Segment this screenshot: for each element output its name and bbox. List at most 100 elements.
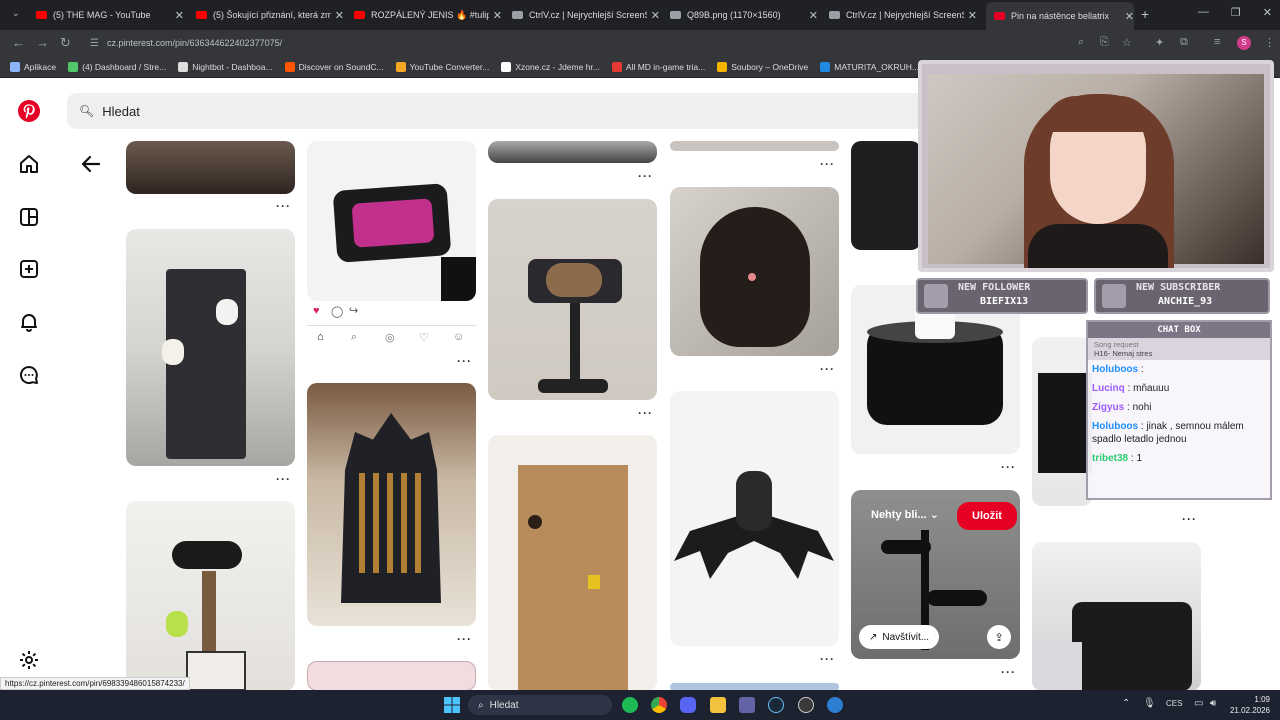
pin-more-icon[interactable]: ··· — [457, 632, 472, 646]
close-tab-icon[interactable]: ✕ — [651, 9, 660, 22]
back-nav-icon[interactable]: ← — [12, 35, 25, 50]
pin-more-icon[interactable]: ··· — [1001, 460, 1016, 474]
pin-more-icon[interactable]: ··· — [457, 354, 472, 368]
pin-black-cube[interactable] — [1032, 337, 1092, 506]
pin-more-icon[interactable]: ··· — [1001, 665, 1016, 679]
pinterest-logo-icon[interactable] — [17, 99, 41, 123]
pin-black-persian-cat[interactable] — [670, 187, 839, 356]
browser-tab[interactable]: Pin na nástěnce bellatrix ✕ — [986, 2, 1134, 30]
new-tab-button[interactable]: + — [1141, 6, 1149, 22]
pin-more-icon[interactable]: ··· — [638, 169, 653, 183]
back-arrow-icon[interactable] — [80, 153, 102, 175]
clock[interactable]: 1:09 21.02.2026 — [1230, 694, 1270, 716]
explore-icon[interactable] — [17, 205, 41, 229]
pin-more-icon[interactable]: ··· — [820, 362, 835, 376]
steam-icon[interactable] — [768, 697, 784, 713]
pin-maine-coon-tree[interactable] — [488, 199, 657, 400]
windows-start-icon[interactable] — [444, 697, 460, 713]
close-tab-icon[interactable]: ✕ — [175, 9, 184, 22]
notifications-bell-icon[interactable] — [17, 310, 41, 334]
pin-more-icon[interactable]: ··· — [276, 472, 291, 486]
teams-icon[interactable] — [739, 697, 755, 713]
search-bar[interactable]: 🔍︎ Hledat — [67, 93, 927, 129]
create-icon[interactable] — [17, 257, 41, 281]
pin-cat-tree-bats[interactable] — [126, 501, 295, 690]
spotify-icon[interactable] — [622, 697, 638, 713]
save-button[interactable]: Uložit — [957, 502, 1017, 530]
browser-tab[interactable]: Q89B.png (1170×1560) ✕ — [670, 4, 818, 26]
pin-dark-partial[interactable] — [851, 141, 921, 250]
minimize-icon[interactable]: — — [1198, 6, 1209, 19]
browser-tab[interactable]: (5) THE MAG - YouTube ✕ — [36, 4, 184, 26]
bookmark-item[interactable]: Aplikace — [10, 61, 56, 72]
restore-icon[interactable]: ❐ — [1231, 6, 1241, 19]
forward-nav-icon[interactable]: → — [36, 35, 49, 50]
close-tab-icon[interactable]: ✕ — [809, 9, 818, 22]
pin-more-icon[interactable]: ··· — [638, 406, 653, 420]
taskbar-search[interactable]: ⌕ Hledat — [468, 695, 612, 715]
file-explorer-icon[interactable] — [710, 697, 726, 713]
close-window-icon[interactable]: ✕ — [1263, 6, 1272, 19]
ctrlv-icon[interactable] — [827, 697, 843, 713]
pin-bat-wings-harness[interactable] — [670, 391, 839, 646]
bookmark-item[interactable]: Nightbot - Dashboa... — [178, 61, 273, 72]
close-tab-icon[interactable]: ✕ — [493, 9, 502, 22]
menu-kebab-icon[interactable]: ⋮ — [1264, 36, 1275, 49]
profile-avatar[interactable]: S — [1237, 36, 1251, 50]
pin-gothic-house[interactable] — [307, 383, 476, 626]
browser-tab[interactable]: ROZPÁLENÝ JENIS 🔥 #tulipan ✕ — [354, 4, 502, 26]
close-tab-icon[interactable]: ✕ — [1125, 10, 1134, 23]
network-icon[interactable]: ▭ — [1194, 698, 1203, 709]
discord-icon[interactable] — [680, 697, 696, 713]
volume-icon[interactable]: 🔊︎ — [1210, 698, 1216, 709]
browser-tab[interactable]: (5) Šokující přiznání, která změn ✕ — [196, 4, 344, 26]
pin-bottom-partial[interactable] — [670, 683, 839, 690]
share-upload-icon[interactable]: ⇪ — [987, 625, 1011, 649]
pin-more-icon[interactable]: ··· — [1182, 512, 1197, 526]
chrome-icon[interactable] — [651, 697, 667, 713]
messages-icon[interactable] — [17, 363, 41, 387]
site-info-icon[interactable]: ☰ — [90, 38, 99, 49]
browser-tab[interactable]: CtrlV.cz | Nejrychlejší ScreenSh ✕ — [512, 4, 660, 26]
pin-cat-tree-cats[interactable] — [126, 229, 295, 466]
address-bar[interactable]: ☰ cz.pinterest.com/pin/63634462240237707… — [84, 33, 1084, 53]
bookmark-item[interactable]: YouTube Converter... — [395, 61, 489, 72]
bookmark-item[interactable]: MATURITA_OKRUH... — [820, 61, 919, 72]
extension-icon[interactable]: ✦ — [1155, 36, 1164, 49]
bookmark-item[interactable]: Soubory – OneDrive — [717, 61, 808, 72]
puzzle-icon[interactable]: ⧉ — [1180, 36, 1188, 49]
bookmark-item[interactable]: Xzone.cz - Jdeme hr... — [501, 61, 600, 72]
media-icon[interactable]: ≡ — [1214, 36, 1220, 48]
pin-spiderweb[interactable] — [307, 661, 476, 690]
pin-dark-stand[interactable] — [488, 141, 657, 163]
pin-top-partial[interactable] — [670, 141, 839, 151]
bookmark-star-icon[interactable]: ☆ — [1122, 36, 1132, 49]
install-icon[interactable]: ⎘ — [1100, 36, 1109, 49]
pin-more-icon[interactable]: ··· — [820, 652, 835, 666]
tab-search-icon[interactable]: ⌄ — [12, 8, 20, 19]
pin-cat-tree-dark[interactable] — [126, 141, 295, 194]
microphone-icon[interactable]: 🎙︎ — [1143, 698, 1156, 709]
language-indicator[interactable]: CES — [1166, 699, 1182, 708]
search-input[interactable]: Hledat — [102, 104, 140, 119]
home-icon[interactable] — [17, 152, 41, 176]
visit-button[interactable]: ↗ Navštívit... — [859, 625, 940, 649]
board-picker[interactable]: Nehty bli... ⌄ — [871, 508, 939, 521]
obs-icon[interactable] — [798, 697, 814, 713]
close-tab-icon[interactable]: ✕ — [335, 9, 344, 22]
close-tab-icon[interactable]: ✕ — [968, 9, 977, 22]
bookmark-item[interactable]: Discover on SoundC... — [284, 61, 384, 72]
pin-coffin-bed[interactable] — [307, 141, 476, 301]
pin-black-cat-bed[interactable] — [1032, 542, 1201, 690]
pin-more-icon[interactable]: ··· — [276, 199, 291, 213]
pin-cardboard-castle[interactable] — [488, 435, 657, 690]
bookmark-item[interactable]: (4) Dashboard / Stre... — [68, 61, 166, 72]
bookmark-item[interactable]: All MD in-game tria... — [611, 61, 705, 72]
browser-tab[interactable]: CtrlV.cz | Nejrychlejší ScreenSh ✕ — [829, 4, 977, 26]
pin-more-icon[interactable]: ··· — [820, 157, 835, 171]
zoom-icon[interactable]: ⌕ — [1078, 36, 1084, 49]
tray-chevron-icon[interactable]: ⌃ — [1122, 698, 1130, 709]
reload-icon[interactable]: ↻ — [60, 35, 71, 51]
pin-hovered-cat-tree[interactable]: Nehty bli... ⌄ Uložit ↗ Navštívit... ⇪ — [851, 490, 1020, 659]
settings-gear-icon[interactable] — [17, 648, 41, 672]
